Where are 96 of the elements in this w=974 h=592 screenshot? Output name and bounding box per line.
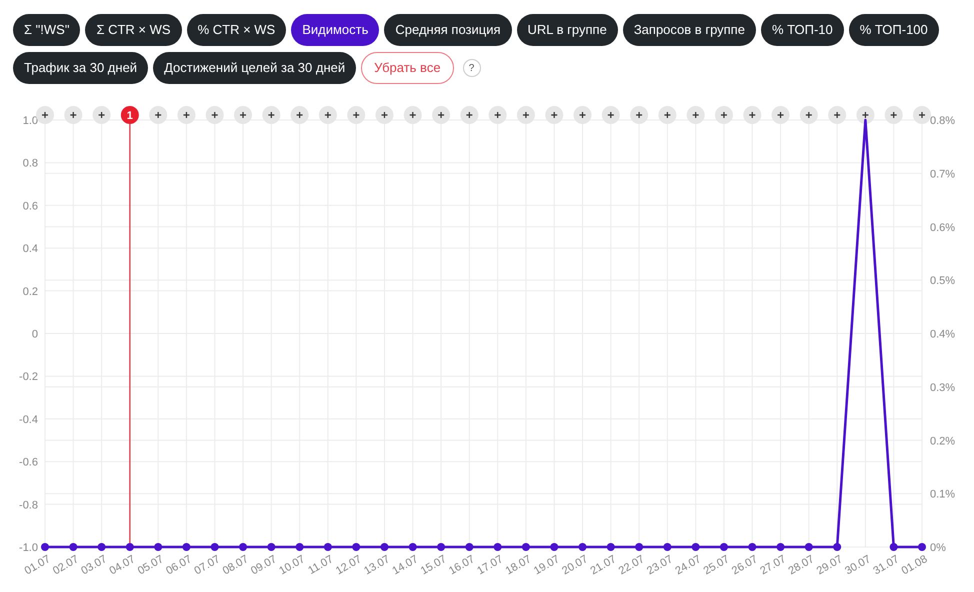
metric-toggle-button[interactable]: Трафик за 30 дней (13, 52, 148, 84)
data-point (465, 543, 474, 551)
add-annotation-button[interactable] (177, 106, 196, 124)
y-axis-label: 0.8 (22, 158, 38, 170)
add-annotation-button[interactable] (64, 106, 82, 124)
add-annotation-button[interactable] (318, 106, 337, 124)
add-annotation-button[interactable] (574, 106, 592, 124)
add-annotation-button[interactable] (36, 106, 54, 124)
add-annotation-button[interactable] (92, 106, 111, 124)
add-annotation-button[interactable] (800, 106, 818, 124)
y-axis-label: 0.2% (930, 435, 956, 448)
add-annotation-button[interactable] (262, 106, 280, 124)
y-axis-label: -0.2 (19, 371, 38, 384)
data-point (776, 543, 785, 551)
metric-toggle-button[interactable]: Σ CTR × WS (85, 14, 182, 46)
add-annotation-button[interactable] (347, 106, 366, 124)
metric-toggle-button[interactable]: % CTR × WS (186, 14, 286, 46)
y-axis-label: -0.8 (19, 499, 38, 512)
add-annotation-button[interactable] (404, 106, 422, 124)
y-axis-label: 0.4% (930, 328, 956, 340)
data-point (578, 543, 587, 551)
y-axis-label: 0.2 (22, 286, 38, 298)
data-point (606, 543, 615, 551)
add-annotation-button[interactable] (488, 106, 507, 124)
add-annotation-button[interactable] (743, 106, 762, 124)
metric-toggle-button[interactable]: % ТОП-100 (848, 14, 939, 46)
metric-toggle-button[interactable]: % ТОП-10 (760, 14, 844, 46)
y-axis-label: 0 (32, 328, 38, 340)
add-annotation-button[interactable] (828, 106, 846, 124)
data-point (918, 543, 926, 551)
data-point (324, 543, 332, 551)
data-point (98, 543, 106, 551)
y-axis-label: -1.0 (19, 542, 38, 554)
metric-toggle-button[interactable]: Σ "!WS" (13, 14, 80, 46)
data-point (296, 543, 304, 551)
metric-toggle-button[interactable]: Запросов в группе (622, 14, 756, 46)
data-point (890, 543, 898, 551)
data-point (352, 543, 360, 551)
add-annotation-button[interactable] (856, 106, 874, 124)
add-annotation-button[interactable] (432, 106, 450, 124)
y-axis-label: 0.7% (930, 168, 956, 180)
data-point (126, 543, 134, 551)
data-point (239, 543, 248, 551)
add-annotation-button[interactable] (234, 106, 252, 124)
y-axis-label: 0.6% (930, 222, 956, 234)
data-point (720, 543, 728, 551)
data-point (210, 543, 219, 551)
annotation: 1 (126, 110, 133, 122)
data-point (522, 543, 530, 551)
add-annotation-button[interactable] (545, 106, 564, 124)
data-point (41, 543, 49, 551)
y-axis-label: 0.1% (930, 488, 956, 501)
y-axis-label: 0.3% (930, 382, 956, 394)
metric-toggle-button[interactable]: URL в группе (516, 14, 618, 46)
add-annotation-button[interactable] (884, 106, 903, 124)
y-axis-label: 0.8% (930, 115, 956, 127)
data-point (182, 543, 190, 551)
add-annotation-button[interactable] (630, 106, 648, 124)
y-axis-label: -0.6 (19, 456, 38, 469)
add-annotation-button[interactable] (375, 106, 394, 124)
y-axis-label: 0.6 (22, 200, 38, 212)
data-point (635, 543, 644, 551)
y-axis-label: 0.5% (930, 275, 956, 288)
y-axis-label: 1.0 (22, 115, 38, 127)
add-annotation-button[interactable] (686, 106, 705, 124)
data-point (437, 543, 446, 551)
clear-all-button[interactable]: Убрать все (361, 52, 454, 84)
y-axis-label: 0% (930, 542, 946, 554)
data-point (748, 543, 756, 551)
data-point (380, 543, 388, 551)
add-annotation-button[interactable] (714, 106, 733, 124)
add-annotation-button[interactable] (149, 106, 168, 124)
data-point (804, 543, 813, 551)
help-button[interactable]: ? (462, 59, 481, 77)
y-axis-label: -0.4 (19, 414, 38, 426)
y-axis-label: 0.4 (22, 243, 38, 256)
metric-toggle-button[interactable]: Достижений целей за 30 дней (153, 52, 356, 84)
metric-toggle-button[interactable]: Средняя позиция (384, 14, 512, 46)
add-annotation-button[interactable] (290, 106, 309, 124)
add-annotation-button[interactable] (460, 106, 478, 124)
data-point (69, 543, 78, 551)
data-point (154, 543, 162, 551)
data-point (550, 543, 558, 551)
add-annotation-button[interactable] (913, 106, 931, 124)
data-point (267, 543, 276, 551)
add-annotation-button[interactable] (602, 106, 620, 124)
add-annotation-button[interactable] (772, 106, 790, 124)
add-annotation-button[interactable] (658, 106, 676, 124)
data-point (663, 543, 672, 551)
add-annotation-button[interactable] (206, 106, 224, 124)
data-point (494, 543, 502, 551)
metric-toggle-button[interactable]: Видимость (291, 14, 380, 46)
data-point (833, 543, 842, 551)
data-point (408, 543, 417, 551)
add-annotation-button[interactable] (516, 106, 535, 124)
data-point (692, 543, 700, 551)
